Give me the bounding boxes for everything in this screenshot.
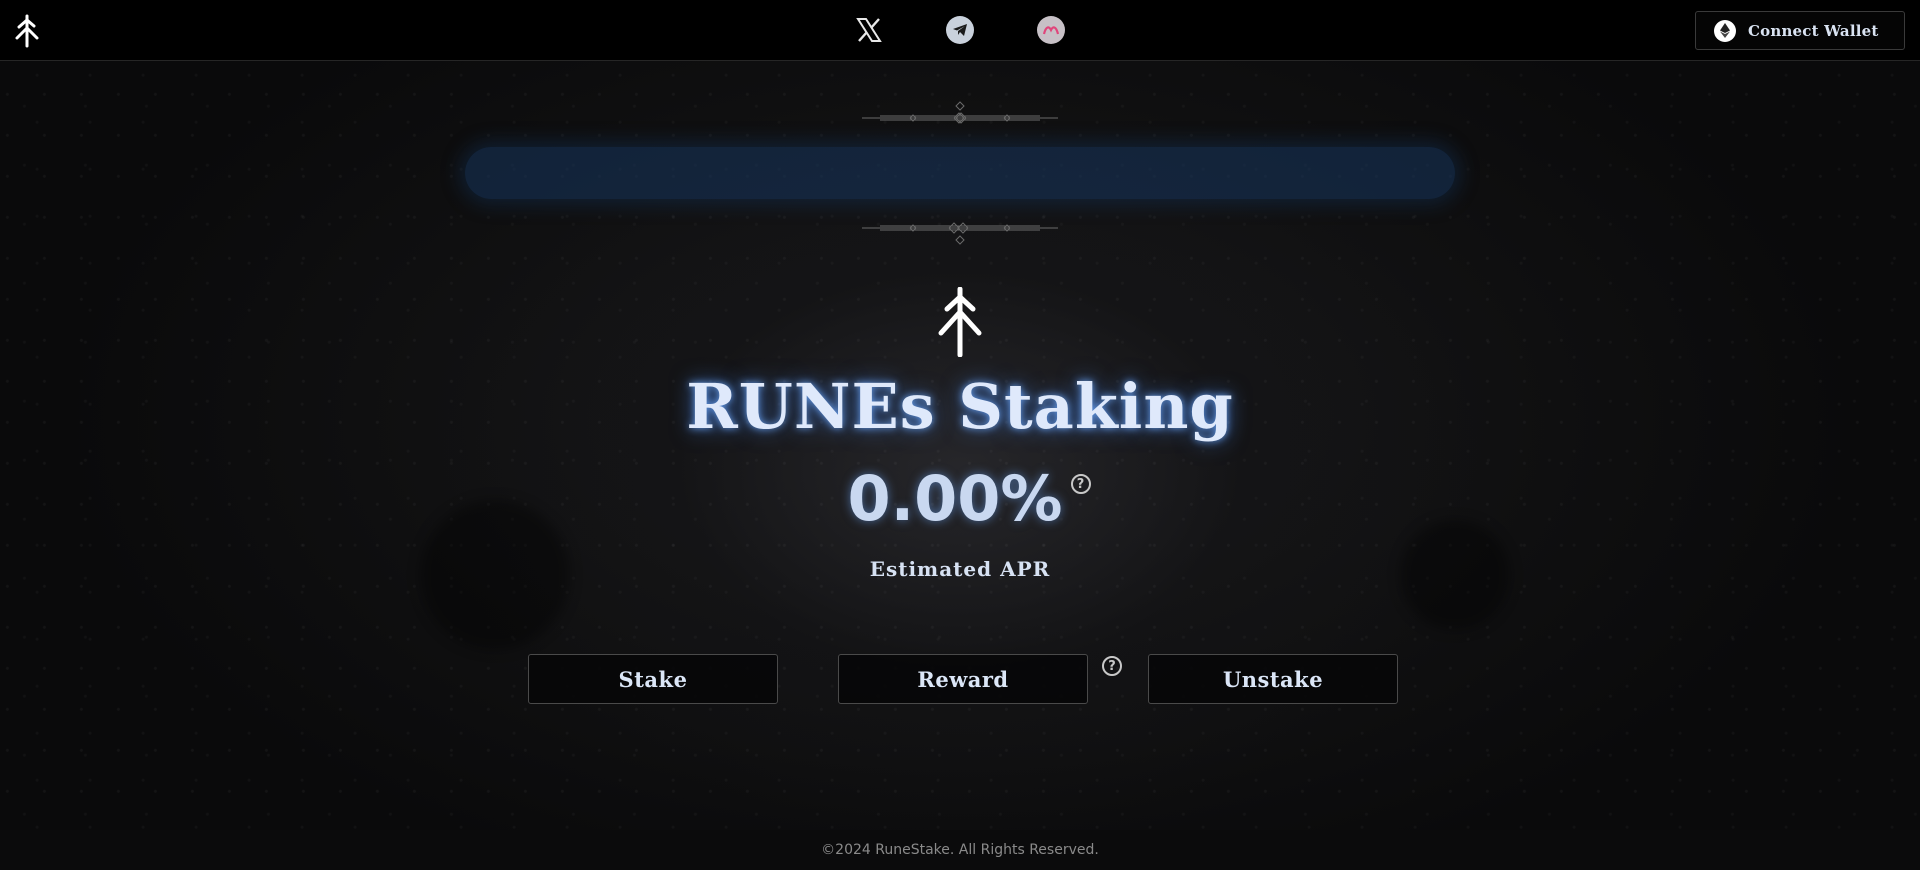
connect-wallet-label: Connect Wallet [1748, 21, 1879, 40]
magic-eden-icon [1037, 16, 1065, 44]
top-navbar: Connect Wallet [0, 0, 1920, 61]
page: Connect Wallet RUNEs Staking 0.00% ? Est… [0, 0, 1920, 870]
apr-label: Estimated APR [869, 557, 1051, 581]
reward-button[interactable]: Reward [838, 654, 1088, 704]
apr-display: 0.00% ? [0, 462, 1920, 535]
progress-glow-bar [465, 147, 1455, 199]
page-title: RUNEs Staking [686, 370, 1234, 443]
unstake-button[interactable]: Unstake [1148, 654, 1398, 704]
rune-logo-icon[interactable] [12, 14, 42, 48]
ethereum-icon [1714, 19, 1736, 42]
copyright-text: ©2024 RuneStake. All Rights Reserved. [821, 842, 1099, 858]
connect-wallet-button[interactable]: Connect Wallet [1695, 11, 1905, 50]
x-social-link[interactable] [852, 13, 886, 47]
bottom-divider-ornament [862, 222, 1058, 245]
telegram-icon [946, 16, 974, 44]
rune-emblem-icon [938, 287, 982, 357]
apr-help-icon[interactable]: ? [1070, 474, 1091, 494]
telegram-social-link[interactable] [943, 13, 977, 47]
magic-eden-social-link[interactable] [1034, 13, 1068, 47]
apr-value: 0.00% [847, 462, 1063, 535]
reward-help-icon[interactable]: ? [1102, 656, 1122, 676]
stake-button[interactable]: Stake [528, 654, 778, 704]
top-divider-ornament [862, 101, 1058, 124]
footer: ©2024 RuneStake. All Rights Reserved. [0, 830, 1920, 870]
x-logo-icon [856, 18, 882, 42]
